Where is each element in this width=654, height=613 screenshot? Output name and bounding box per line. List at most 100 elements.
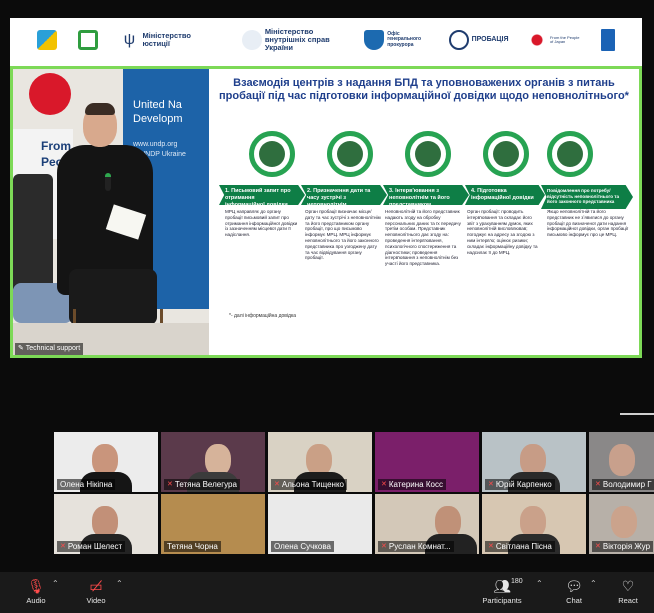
- presentation-stage: United Na Developm www.undp.org @UNDP Uk…: [13, 69, 639, 355]
- bracket-logo-icon: [78, 30, 99, 50]
- video-name-label: ✎ Technical support: [15, 343, 84, 355]
- step-2: 2. Призначення дати та часу зустрічі з н…: [301, 185, 387, 205]
- probation-logo-icon: [448, 30, 469, 50]
- participant-name: Олена Нікіпна: [57, 479, 116, 490]
- participant-tile[interactable]: Олена Сучкова: [268, 494, 372, 554]
- participant-name: ✕ Тетяна Велегура: [164, 479, 240, 490]
- chat-label: Chat: [566, 596, 582, 605]
- react-button[interactable]: ♡ React: [606, 576, 650, 610]
- logo-4: Міністерство внутрішніх справ України: [241, 27, 343, 52]
- prosecutor-shield-icon: [364, 30, 385, 50]
- logo-7: From the People of Japan: [526, 30, 580, 50]
- participants-count: 180: [511, 578, 523, 585]
- participant-tile[interactable]: ✕ Володимир Г: [589, 432, 654, 492]
- participant-name: ✕ Володимир Г: [592, 479, 654, 490]
- participant-tile[interactable]: Тетяна Чорна: [161, 494, 265, 554]
- video-name-text: Technical support: [25, 345, 81, 352]
- muted-mic-icon: ✕: [595, 481, 601, 488]
- logo-3-text: Міністерство юстиції: [142, 31, 191, 48]
- participant-tile[interactable]: ✕ Руслан Комнат...: [375, 494, 479, 554]
- meeting-window: ψ Міністерство юстиції Міністерство внутр…: [0, 0, 654, 613]
- participant-name: ✕ Руслан Комнат...: [378, 541, 454, 552]
- participant-name: ✕ Світлана Пісна: [485, 541, 555, 552]
- speaker-video: United Na Developm www.undp.org @UNDP Uk…: [13, 69, 209, 355]
- step-3-description: Неповнолітній та його представник надают…: [385, 209, 461, 267]
- logo-4-text: Міністерство внутрішніх справ України: [264, 27, 330, 52]
- participant-tile[interactable]: ✕ Тетяна Велегура: [161, 432, 265, 492]
- banner-line-1: United Na: [133, 99, 182, 111]
- muted-mic-icon: ✕: [381, 543, 387, 550]
- participant-tile[interactable]: ✕ Альона Тищенко: [268, 432, 372, 492]
- participant-name: ✕ Вікторія Жур: [592, 541, 654, 552]
- avatar: [611, 506, 637, 538]
- participant-tile[interactable]: Олена Нікіпна: [54, 432, 158, 492]
- participant-tile[interactable]: ✕ Роман Шелест: [54, 494, 158, 554]
- slide-title: Взаємодія центрів з надання БПД та уповн…: [219, 77, 629, 102]
- step-5: Повідомлення про потребу/відсутність неп…: [541, 185, 633, 209]
- panel-divider[interactable]: [620, 413, 654, 415]
- laptop-hand-icon: [249, 131, 295, 177]
- participant-name: Тетяна Чорна: [164, 541, 221, 552]
- meeting-toolbar: 🎙︎ Audio ⌃ ▭̸ Video ⌃ 👥︎ Participants 18…: [0, 572, 654, 613]
- muted-mic-icon: ✕: [488, 481, 494, 488]
- logo-6: ПРОБАЦІЯ: [448, 30, 509, 50]
- partner-logo-bar: ψ Міністерство юстиції Міністерство внутр…: [10, 18, 642, 62]
- camera-off-icon: ▭̸: [89, 578, 103, 594]
- participant-name: ✕ Альона Тищенко: [271, 479, 347, 490]
- step-4: 4. Підготовка інформаційної довідки: [465, 185, 545, 205]
- logo-3: ψ Міністерство юстиції: [119, 30, 220, 50]
- interview-icon: [405, 131, 451, 177]
- logo-8: [601, 29, 616, 51]
- step-3: 3. Інтерв'ювання з неповнолітнім та його…: [383, 185, 469, 205]
- shared-screen: ψ Міністерство юстиції Міністерство внутр…: [10, 18, 642, 358]
- speaker-hair: [85, 103, 115, 115]
- participant-name: ✕ Роман Шелест: [57, 541, 126, 552]
- banner-url: www.undp.org: [133, 141, 178, 148]
- muted-mic-icon: ✕: [167, 481, 173, 488]
- video-button[interactable]: ▭̸ Video: [74, 576, 118, 610]
- desk-person-icon: [547, 131, 593, 177]
- logo-1: [36, 30, 57, 50]
- microphone: [105, 173, 111, 191]
- muted-mic-icon: ✕: [595, 543, 601, 550]
- step-5-description: Якщо неповнолітній та його представник н…: [547, 209, 629, 238]
- ministry-seal-icon: [241, 30, 262, 50]
- audio-label: Audio: [26, 596, 46, 605]
- participants-label: Participants: [482, 596, 522, 605]
- slide-footnote: *- далі інформаційна довідка: [229, 313, 297, 319]
- participant-name: ✕ Катерина Косс: [378, 479, 446, 490]
- step-4-description: Орган пробації: проводить інтерв'ювання …: [467, 209, 538, 255]
- chat-options-chevron-icon[interactable]: ⌃: [590, 579, 597, 588]
- participants-options-chevron-icon[interactable]: ⌃: [536, 579, 543, 588]
- participant-tile[interactable]: ✕ Катерина Косс: [375, 432, 479, 492]
- video-options-chevron-icon[interactable]: ⌃: [116, 579, 123, 588]
- logo-7-text: From the People of Japan: [549, 34, 580, 44]
- japan-flag-icon: [526, 30, 547, 50]
- video-label: Video: [86, 596, 106, 605]
- people-meeting-icon: [483, 131, 529, 177]
- step-1-description: МРЦ направляє до органу пробації письмов…: [225, 209, 298, 238]
- step-1: 1. Письмовий запит про отримання інформа…: [219, 185, 305, 205]
- participant-tile[interactable]: ✕ Вікторія Жур: [589, 494, 654, 554]
- participant-name: ✕ Юрій Карпенко: [485, 479, 555, 490]
- muted-mic-icon: ✕: [381, 481, 387, 488]
- participant-tile[interactable]: ✕ Юрій Карпенко: [482, 432, 586, 492]
- muted-mic-icon: ✕: [488, 543, 494, 550]
- logo-5: Офіс генерального прокурора: [364, 30, 427, 50]
- banner-line-2: Developm: [133, 113, 183, 125]
- japan-circle: [29, 73, 71, 115]
- undp-logo-icon: [601, 29, 616, 51]
- audio-options-chevron-icon[interactable]: ⌃: [52, 579, 59, 588]
- flag-logo-icon: [36, 30, 57, 50]
- presentation-slide: Взаємодія центрів з надання БПД та уповн…: [209, 69, 639, 355]
- logo-6-text: ПРОБАЦІЯ: [471, 36, 509, 44]
- avatar: [609, 444, 635, 476]
- logo-5-text: Офіс генерального прокурора: [387, 31, 422, 48]
- heart-icon: ♡: [621, 578, 635, 594]
- chair: [13, 174, 53, 294]
- calendar-check-icon: [327, 131, 373, 177]
- step-2-description: Орган пробації визначає місце/дату та ча…: [305, 209, 381, 261]
- trident-icon: ψ: [119, 30, 140, 50]
- participant-tile[interactable]: ✕ Світлана Пісна: [482, 494, 586, 554]
- react-label: React: [618, 596, 638, 605]
